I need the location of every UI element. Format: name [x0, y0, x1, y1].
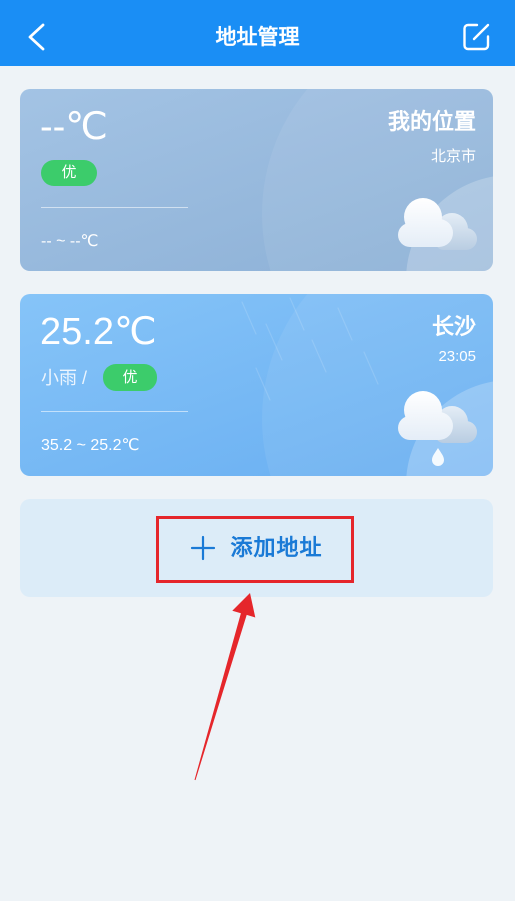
- divider: [41, 411, 188, 412]
- temperature: 25.2℃: [40, 311, 157, 353]
- location-card-changsha[interactable]: 25.2℃ 小雨 / 优 35.2 ~ 25.2℃ 长沙 23:05: [20, 294, 493, 476]
- annotation-highlight-box: [156, 516, 354, 583]
- temperature-range: -- ~ --℃: [41, 233, 99, 250]
- top-bar: 地址管理: [0, 0, 515, 66]
- temperature: --℃: [40, 106, 108, 148]
- page-title: 地址管理: [215, 26, 300, 49]
- aqi-badge: 优: [103, 364, 157, 391]
- aqi-badge: 优: [41, 160, 97, 186]
- temperature-range: 35.2 ~ 25.2℃: [41, 437, 140, 454]
- divider: [41, 207, 188, 208]
- location-name: 我的位置: [387, 109, 476, 134]
- location-city: 北京市: [430, 148, 476, 165]
- update-time: 23:05: [438, 348, 476, 365]
- edit-icon[interactable]: [459, 20, 493, 54]
- weather-condition: 小雨 /: [41, 368, 88, 388]
- location-name: 长沙: [431, 314, 476, 339]
- cloud-rain-icon: [398, 391, 477, 466]
- location-card-current[interactable]: --℃ 优 -- ~ --℃ 我的位置 北京市: [20, 89, 493, 271]
- cloud-icon: [398, 198, 477, 250]
